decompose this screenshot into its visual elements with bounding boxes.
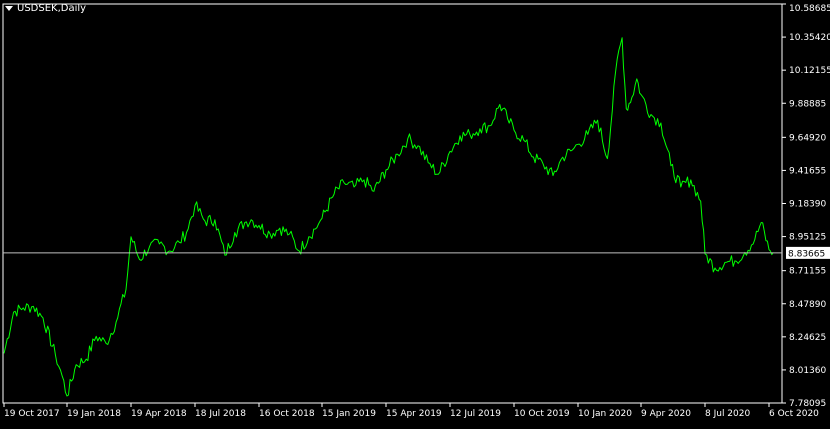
dropdown-triangle-icon: [5, 6, 13, 11]
y-tick-label: 10.58685: [789, 4, 830, 14]
current-price-label: 8.83665: [788, 249, 825, 259]
x-tick-label: 18 Jul 2018: [195, 409, 246, 419]
y-tick-label: 9.64920: [789, 133, 826, 143]
x-tick-label: 15 Jan 2019: [322, 409, 376, 419]
y-tick-label: 8.24625: [789, 333, 826, 343]
x-tick-label: 15 Apr 2019: [386, 409, 442, 419]
x-tick-label: 12 Jul 2019: [450, 409, 501, 419]
y-tick-label: 9.88885: [789, 99, 826, 109]
x-tick-label: 10 Oct 2019: [514, 409, 570, 419]
y-tick-label: 8.71155: [789, 267, 826, 277]
x-tick-label: 6 Oct 2020: [769, 409, 819, 419]
x-tick-label: 19 Jan 2018: [67, 409, 121, 419]
y-tick-label: 8.47890: [789, 300, 826, 310]
y-tick-label: 8.95125: [789, 233, 826, 243]
y-tick-label: 8.01360: [789, 366, 826, 376]
symbol-label[interactable]: USDSEK,Daily: [5, 3, 86, 14]
x-tick-label: 19 Apr 2018: [131, 409, 187, 419]
chart-area: 10.58685 10.35420 10.12155 9.88885 9.64920 9.…: [0, 0, 830, 425]
y-tick-label: 7.78095: [789, 399, 826, 409]
x-tick-label: 9 Apr 2020: [641, 409, 691, 419]
x-tick-label: 16 Oct 2018: [259, 409, 315, 419]
y-tick-label: 9.41655: [789, 166, 826, 176]
x-tick-label: 19 Oct 2017: [4, 409, 60, 419]
symbol-text: USDSEK,Daily: [17, 3, 87, 14]
x-tick-label: 8 Jul 2020: [705, 409, 750, 419]
x-tick-label: 10 Jan 2020: [578, 409, 632, 419]
y-tick-label: 9.18390: [789, 200, 826, 210]
y-tick-label: 10.12155: [789, 66, 830, 76]
y-tick-label: 10.35420: [789, 33, 830, 43]
price-chart: 10.58685 10.35420 10.12155 9.88885 9.64920 9.…: [0, 0, 830, 425]
